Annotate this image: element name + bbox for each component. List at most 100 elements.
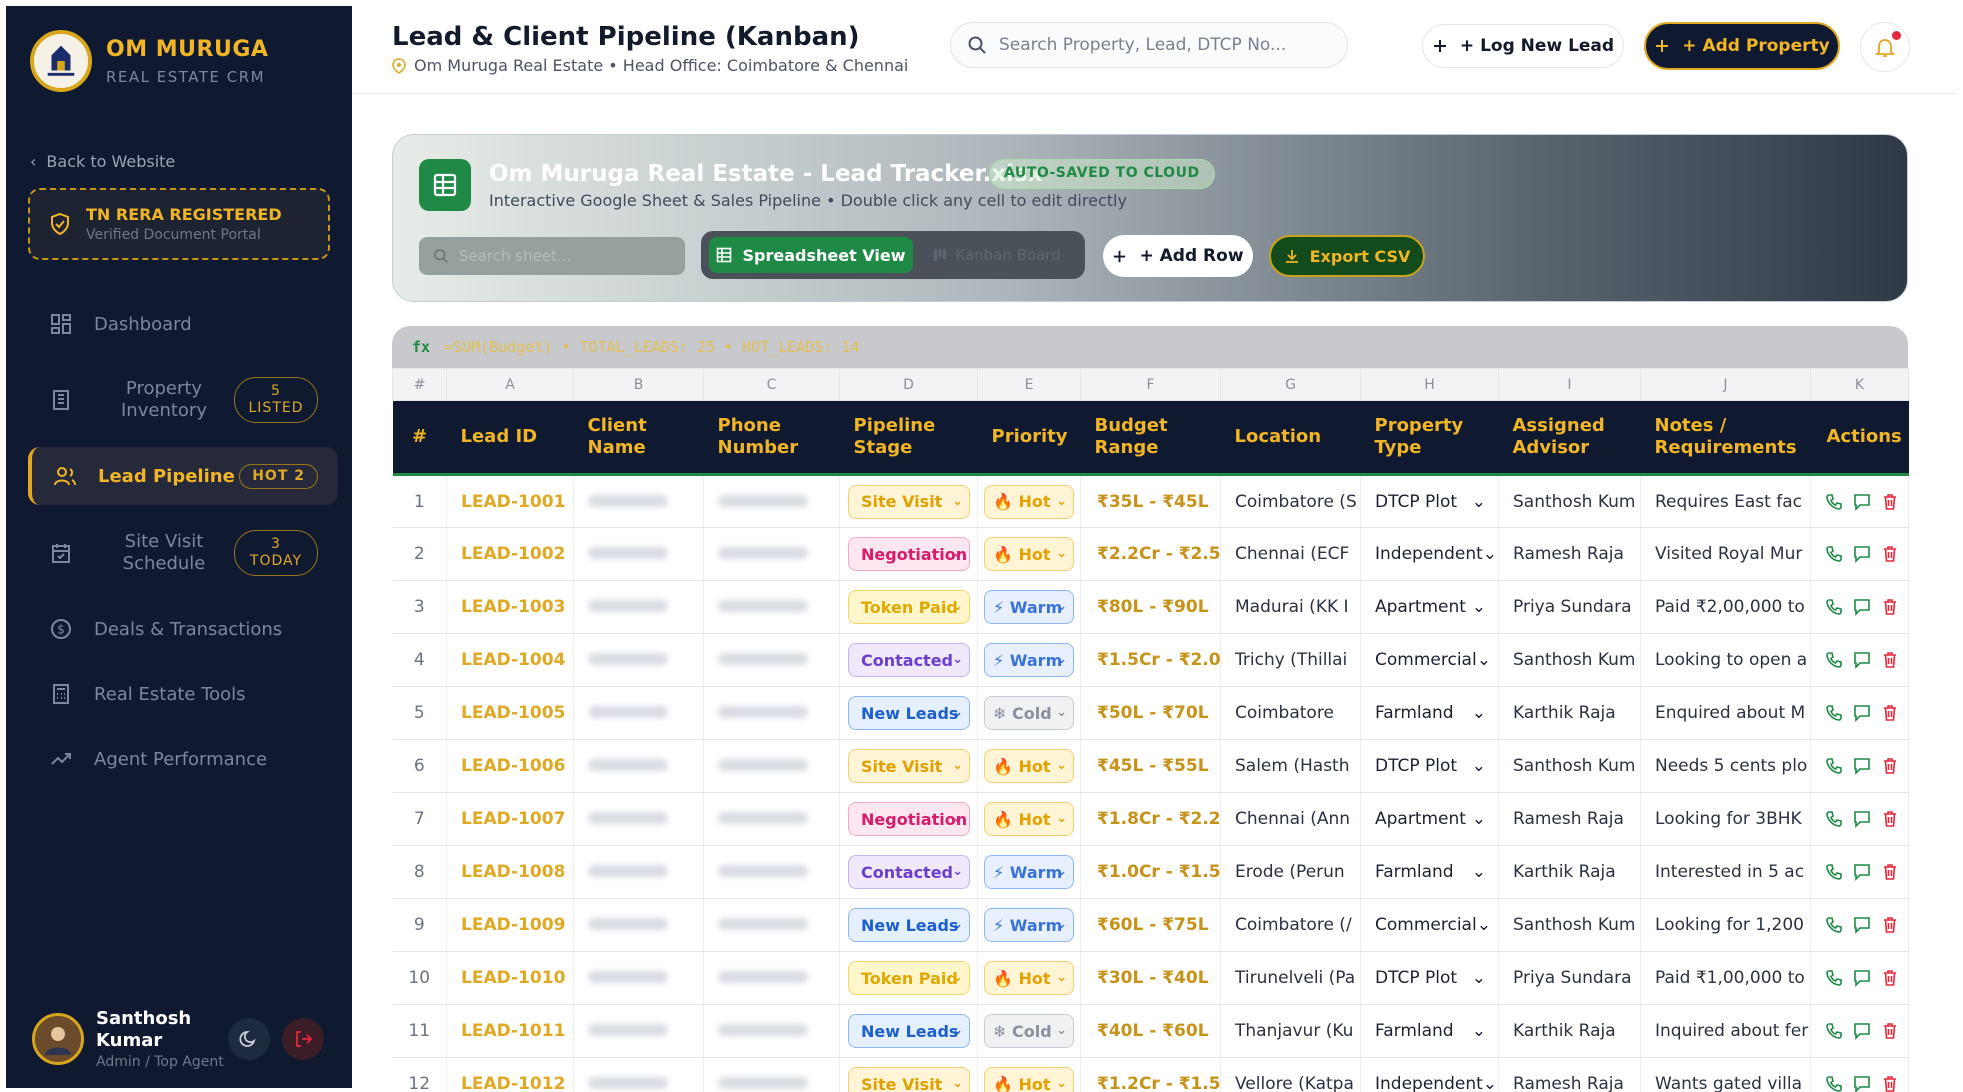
location-cell[interactable]: Tirunelveli (Pa — [1220, 951, 1361, 1005]
property-type-cell[interactable]: Apartment ⌄ — [1360, 792, 1499, 846]
phone-cell[interactable] — [703, 845, 840, 899]
stage-select[interactable]: Negotiation ⌄ — [848, 537, 970, 571]
export-csv-button[interactable]: Export CSV — [1269, 235, 1425, 277]
stage-cell[interactable]: Token Paid ⌄ — [839, 951, 978, 1005]
nav-property-inventory[interactable]: Property Inventory 5 LISTED — [28, 371, 338, 429]
stage-select[interactable]: New Leads ⌄ — [848, 908, 970, 942]
header-lead-id[interactable]: Lead ID — [446, 400, 574, 476]
notes-cell[interactable]: Inquired about fer — [1640, 1004, 1811, 1058]
stage-cell[interactable]: New Leads ⌄ — [839, 898, 978, 952]
client-name-cell[interactable] — [573, 527, 704, 581]
stage-select[interactable]: Contacted ⌄ — [848, 855, 970, 889]
location-cell[interactable]: Salem (Hasth — [1220, 739, 1361, 793]
stage-cell[interactable]: Token Paid ⌄ — [839, 580, 978, 634]
priority-cell[interactable]: ⚡ Warm ⌄ — [977, 580, 1081, 634]
nav-agent-performance[interactable]: Agent Performance — [28, 730, 338, 788]
table-row[interactable]: 2 LEAD-1002 Negotiation ⌄ 🔥 Hot ⌄ ₹2.2Cr - ₹2.… — [392, 527, 1909, 581]
property-type-cell[interactable]: DTCP Plot ⌄ — [1360, 474, 1499, 528]
property-type-select[interactable]: Commercial ⌄ — [1375, 915, 1498, 935]
property-type-cell[interactable]: Independent ⌄ — [1360, 1057, 1499, 1092]
message-icon[interactable] — [1853, 704, 1871, 722]
stage-cell[interactable]: Site Visit ⌄ — [839, 1057, 978, 1092]
phone-cell[interactable] — [703, 1004, 840, 1058]
header-client-name[interactable]: Client Name — [573, 400, 704, 476]
property-type-select[interactable]: DTCP Plot ⌄ — [1375, 756, 1498, 776]
property-type-cell[interactable]: Apartment ⌄ — [1360, 580, 1499, 634]
lead-id-cell[interactable]: LEAD-1007 — [446, 792, 574, 846]
stage-select[interactable]: Contacted ⌄ — [848, 643, 970, 677]
header-phone[interactable]: Phone Number — [703, 400, 840, 476]
budget-cell[interactable]: ₹80L - ₹90L — [1080, 580, 1221, 634]
location-cell[interactable]: Thanjavur (Ku — [1220, 1004, 1361, 1058]
lead-id-cell[interactable]: LEAD-1006 — [446, 739, 574, 793]
priority-cell[interactable]: 🔥 Hot ⌄ — [977, 527, 1081, 581]
advisor-cell[interactable]: Santhosh Kum — [1498, 739, 1641, 793]
trash-icon[interactable] — [1881, 757, 1899, 775]
user-profile[interactable]: Santhosh Kumar Admin / Top Agent — [32, 1008, 226, 1070]
location-cell[interactable]: Coimbatore — [1220, 686, 1361, 740]
message-icon[interactable] — [1853, 969, 1871, 987]
trash-icon[interactable] — [1881, 493, 1899, 511]
trash-icon[interactable] — [1881, 1022, 1899, 1040]
priority-select[interactable]: ❄ Cold ⌄ — [984, 696, 1074, 730]
message-icon[interactable] — [1853, 598, 1871, 616]
stage-select[interactable]: Negotiation ⌄ — [848, 802, 970, 836]
stage-cell[interactable]: Negotiation ⌄ — [839, 792, 978, 846]
header-priority[interactable]: Priority — [977, 400, 1081, 476]
phone-icon[interactable] — [1825, 598, 1843, 616]
priority-select[interactable]: 🔥 Hot ⌄ — [984, 961, 1074, 995]
priority-select[interactable]: 🔥 Hot ⌄ — [984, 802, 1074, 836]
priority-cell[interactable]: ⚡ Warm ⌄ — [977, 633, 1081, 687]
table-row[interactable]: 4 LEAD-1004 Contacted ⌄ ⚡ Warm ⌄ ₹1.5Cr - ₹2.0… — [392, 633, 1909, 687]
client-name-cell[interactable] — [573, 898, 704, 952]
notes-cell[interactable]: Interested in 5 ac — [1640, 845, 1811, 899]
phone-icon[interactable] — [1825, 916, 1843, 934]
priority-select[interactable]: ❄ Cold ⌄ — [984, 1014, 1074, 1048]
advisor-cell[interactable]: Karthik Raja — [1498, 845, 1641, 899]
table-row[interactable]: 10 LEAD-1010 Token Paid ⌄ 🔥 Hot ⌄ ₹30L - ₹40L T… — [392, 951, 1909, 1005]
notes-cell[interactable]: Looking for 1,200 — [1640, 898, 1811, 952]
location-cell[interactable]: Erode (Perun — [1220, 845, 1361, 899]
phone-cell[interactable] — [703, 686, 840, 740]
advisor-cell[interactable]: Priya Sundara — [1498, 951, 1641, 1005]
nav-deals[interactable]: $ Deals & Transactions — [28, 600, 338, 658]
table-row[interactable]: 12 LEAD-1012 Site Visit ⌄ 🔥 Hot ⌄ ₹1.2Cr - ₹1.… — [392, 1057, 1909, 1092]
phone-cell[interactable] — [703, 898, 840, 952]
priority-select[interactable]: ⚡ Warm ⌄ — [984, 643, 1074, 677]
budget-cell[interactable]: ₹50L - ₹70L — [1080, 686, 1221, 740]
priority-select[interactable]: ⚡ Warm ⌄ — [984, 855, 1074, 889]
trash-icon[interactable] — [1881, 651, 1899, 669]
property-type-select[interactable]: DTCP Plot ⌄ — [1375, 492, 1498, 512]
advisor-cell[interactable]: Ramesh Raja — [1498, 527, 1641, 581]
global-search[interactable] — [950, 22, 1348, 68]
table-row[interactable]: 9 LEAD-1009 New Leads ⌄ ⚡ Warm ⌄ ₹60L - ₹75L Co… — [392, 898, 1909, 952]
phone-icon[interactable] — [1825, 810, 1843, 828]
client-name-cell[interactable] — [573, 951, 704, 1005]
location-cell[interactable]: Madurai (KK I — [1220, 580, 1361, 634]
table-row[interactable]: 8 LEAD-1008 Contacted ⌄ ⚡ Warm ⌄ ₹1.0Cr - ₹1.5… — [392, 845, 1909, 899]
notes-cell[interactable]: Visited Royal Mur — [1640, 527, 1811, 581]
phone-icon[interactable] — [1825, 757, 1843, 775]
advisor-cell[interactable]: Santhosh Kum — [1498, 474, 1641, 528]
property-type-select[interactable]: Independent ⌄ — [1375, 544, 1498, 564]
client-name-cell[interactable] — [573, 1057, 704, 1092]
header-advisor[interactable]: Assigned Advisor — [1498, 400, 1641, 476]
add-row-button[interactable]: + Add Row — [1103, 235, 1253, 277]
priority-select[interactable]: ⚡ Warm ⌄ — [984, 908, 1074, 942]
back-to-website-link[interactable]: ‹ Back to Website — [30, 152, 175, 171]
message-icon[interactable] — [1853, 493, 1871, 511]
stage-select[interactable]: Site Visit ⌄ — [848, 1067, 970, 1092]
table-row[interactable]: 11 LEAD-1011 New Leads ⌄ ❄ Cold ⌄ ₹40L - ₹60L T… — [392, 1004, 1909, 1058]
trash-icon[interactable] — [1881, 863, 1899, 881]
client-name-cell[interactable] — [573, 1004, 704, 1058]
logout-button[interactable] — [282, 1018, 324, 1060]
advisor-cell[interactable]: Priya Sundara — [1498, 580, 1641, 634]
notes-cell[interactable]: Paid ₹2,00,000 to — [1640, 580, 1811, 634]
client-name-cell[interactable] — [573, 845, 704, 899]
message-icon[interactable] — [1853, 1075, 1871, 1092]
priority-cell[interactable]: ❄ Cold ⌄ — [977, 1004, 1081, 1058]
property-type-select[interactable]: Independent ⌄ — [1375, 1074, 1498, 1092]
priority-select[interactable]: 🔥 Hot ⌄ — [984, 537, 1074, 571]
phone-icon[interactable] — [1825, 651, 1843, 669]
priority-cell[interactable]: ⚡ Warm ⌄ — [977, 898, 1081, 952]
